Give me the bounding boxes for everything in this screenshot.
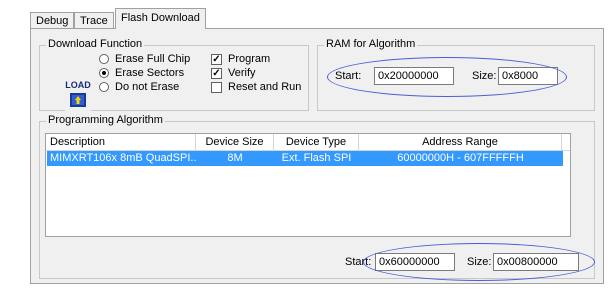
tab-trace-label: Trace: [80, 15, 108, 27]
radio-indicator: [99, 82, 109, 92]
row-device-size: 8M: [227, 152, 243, 164]
checkbox-empty: [211, 81, 222, 93]
erase-sectors-label: Erase Sectors: [115, 67, 185, 79]
checkmark-icon: ✓: [211, 67, 222, 79]
verify-label: Verify: [228, 67, 256, 79]
column-header-description[interactable]: Description: [46, 134, 196, 150]
tab-flash-download-label: Flash Download: [121, 12, 200, 24]
do-not-erase-radio[interactable]: Do not Erase: [99, 81, 179, 93]
row-device-type: Ext. Flash SPI: [281, 152, 352, 164]
tab-debug-label: Debug: [36, 15, 69, 27]
column-header-device-size[interactable]: Device Size: [196, 134, 274, 150]
logo-text: LOAD: [65, 80, 91, 90]
row-address-range: 60000000H - 607FFFFFH: [397, 152, 524, 164]
flash-download-panel: Download Function LOAD Erase Full Chip E…: [30, 28, 604, 284]
ram-for-algorithm-title: RAM for Algorithm: [324, 38, 418, 50]
checkmark-icon: ✓: [211, 53, 222, 65]
verify-checkbox[interactable]: ✓ Verify: [211, 67, 256, 79]
algorithm-list[interactable]: Description Device Size Device Type Addr…: [45, 133, 571, 237]
download-function-title: Download Function: [46, 38, 145, 50]
erase-sectors-radio[interactable]: Erase Sectors: [99, 67, 184, 79]
program-label: Program: [228, 53, 271, 65]
load-logo-icon: LOAD: [65, 77, 91, 111]
reset-and-run-label: Reset and Run: [228, 81, 302, 93]
tab-flash-download[interactable]: Flash Download: [115, 8, 206, 29]
erase-full-chip-radio[interactable]: Erase Full Chip: [99, 53, 190, 65]
program-checkbox[interactable]: ✓ Program: [211, 53, 270, 65]
erase-full-chip-label: Erase Full Chip: [115, 53, 191, 65]
radio-indicator: [99, 68, 109, 78]
ram-highlight-ellipse: [327, 57, 567, 97]
radio-indicator: [99, 54, 109, 64]
do-not-erase-label: Do not Erase: [115, 81, 180, 93]
table-row[interactable]: MIMXRT106x 8mB QuadSPI... 8M Ext. Flash …: [47, 151, 563, 166]
tab-trace[interactable]: Trace: [74, 12, 114, 29]
programming-algorithm-title: Programming Algorithm: [46, 114, 165, 126]
tab-debug[interactable]: Debug: [30, 12, 75, 29]
flash-highlight-ellipse: [363, 243, 595, 281]
row-description: MIMXRT106x 8mB QuadSPI...: [50, 152, 196, 164]
column-header-address-range[interactable]: Address Range: [359, 134, 562, 150]
column-header-device-type[interactable]: Device Type: [274, 134, 359, 150]
list-header: Description Device Size Device Type Addr…: [46, 134, 570, 151]
reset-and-run-checkbox[interactable]: Reset and Run: [211, 81, 301, 93]
